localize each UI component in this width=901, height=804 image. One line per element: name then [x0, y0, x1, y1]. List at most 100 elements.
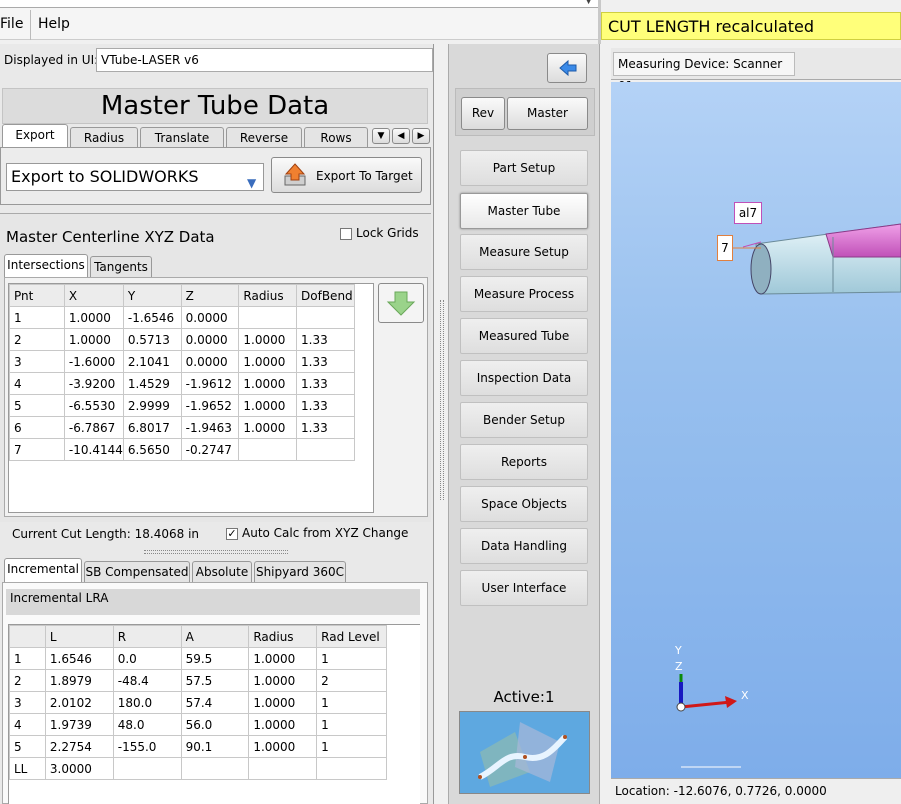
cell[interactable]: 1.0000: [238, 394, 298, 417]
tab-absolute[interactable]: Absolute: [192, 561, 252, 583]
cell[interactable]: -10.4144: [63, 438, 124, 461]
cell[interactable]: 1.0000: [248, 647, 318, 670]
col-header[interactable]: Radius: [248, 625, 318, 648]
cell[interactable]: 1: [9, 306, 65, 329]
cell[interactable]: 59.5: [180, 647, 250, 670]
cell[interactable]: 1.33: [296, 416, 355, 439]
scroll-down-icon[interactable]: ▼: [585, 0, 592, 6]
cell[interactable]: 3: [9, 350, 65, 373]
cell[interactable]: [296, 306, 355, 329]
cell[interactable]: 6: [9, 416, 65, 439]
cell[interactable]: 5: [9, 735, 46, 758]
tab-intersections[interactable]: Intersections: [4, 254, 88, 278]
cell[interactable]: 2.1041: [122, 350, 182, 373]
top-scrollbar[interactable]: ▼: [0, 0, 598, 8]
cell[interactable]: 2: [9, 669, 46, 692]
cell[interactable]: 1.0000: [248, 713, 318, 736]
export-target-combo[interactable]: Export to SOLIDWORKS ▼: [6, 163, 264, 191]
tab-sb-compensated[interactable]: SB Compensated: [84, 561, 190, 583]
nav-inspection-data[interactable]: Inspection Data: [460, 360, 588, 396]
cell[interactable]: 6.8017: [122, 416, 182, 439]
lra-grid[interactable]: L R A Radius Rad Level 1 1.6546 0.0 59.5 1.0…: [8, 624, 420, 804]
cell[interactable]: -1.9652: [180, 394, 240, 417]
cell[interactable]: -0.2747: [180, 438, 240, 461]
cell[interactable]: -3.9200: [63, 372, 124, 395]
cell[interactable]: 3: [9, 691, 46, 714]
cell[interactable]: 1: [316, 647, 387, 670]
tab-scroll-left-icon[interactable]: ◀: [392, 128, 410, 144]
cell[interactable]: 4: [9, 713, 46, 736]
master-button[interactable]: Master: [507, 97, 588, 130]
cell[interactable]: -1.9612: [180, 372, 240, 395]
col-header[interactable]: DofBend: [296, 284, 355, 307]
cell[interactable]: 1.33: [296, 328, 355, 351]
table-row[interactable]: 5 -6.5530 2.9999 -1.9652 1.0000 1.33: [9, 394, 355, 417]
point-label-7[interactable]: 7: [717, 235, 733, 261]
cell[interactable]: 2: [9, 328, 65, 351]
cell[interactable]: [238, 306, 298, 329]
cell[interactable]: -48.4: [112, 669, 182, 692]
nav-measured-tube[interactable]: Measured Tube: [460, 318, 588, 354]
tab-tangents[interactable]: Tangents: [90, 256, 152, 278]
cell[interactable]: 1.33: [296, 394, 355, 417]
cell[interactable]: 1.0000: [63, 328, 124, 351]
col-header[interactable]: [9, 625, 46, 648]
nav-measure-process[interactable]: Measure Process: [460, 276, 588, 312]
cell[interactable]: 1: [316, 735, 387, 758]
table-row[interactable]: 1 1.0000 -1.6546 0.0000: [9, 306, 355, 329]
table-row[interactable]: 3 2.0102 180.0 57.4 1.0000 1: [9, 691, 387, 714]
cell[interactable]: 1.0000: [63, 306, 124, 329]
cell[interactable]: 2.0102: [44, 691, 114, 714]
tab-radius[interactable]: Radius: [70, 127, 138, 149]
displayed-in-ui-field[interactable]: VTube-LASER v6: [96, 48, 433, 72]
table-row[interactable]: 5 2.2754 -155.0 90.1 1.0000 1: [9, 735, 387, 758]
3d-viewport[interactable]: al7 7 X Y Z: [611, 82, 901, 778]
nav-reports[interactable]: Reports: [460, 444, 588, 480]
nav-data-handling[interactable]: Data Handling: [460, 528, 588, 564]
col-header[interactable]: X: [63, 284, 124, 307]
cell[interactable]: 1: [316, 713, 387, 736]
auto-calc-check-icon[interactable]: ✓: [226, 527, 238, 540]
cell[interactable]: 2.9999: [122, 394, 182, 417]
menu-help[interactable]: Help: [38, 16, 70, 32]
cell[interactable]: -6.7867: [63, 416, 124, 439]
col-header[interactable]: Pnt: [9, 284, 65, 307]
table-row[interactable]: LL 3.0000: [9, 757, 387, 780]
col-header[interactable]: Y: [122, 284, 182, 307]
table-row[interactable]: 7 -10.4144 6.5650 -0.2747: [9, 438, 355, 461]
cell[interactable]: 0.0000: [180, 328, 240, 351]
centerline-grid[interactable]: Pnt X Y Z Radius DofBend 1 1.0000 -1.6546 0…: [8, 283, 374, 513]
cell[interactable]: 0.0000: [180, 350, 240, 373]
col-header[interactable]: R: [112, 625, 182, 648]
col-header[interactable]: Z: [180, 284, 240, 307]
table-row[interactable]: 4 1.9739 48.0 56.0 1.0000 1: [9, 713, 387, 736]
cell[interactable]: -6.5530: [63, 394, 124, 417]
cell[interactable]: 2.2754: [44, 735, 114, 758]
table-row[interactable]: 1 1.6546 0.0 59.5 1.0000 1: [9, 647, 387, 670]
col-header[interactable]: L: [44, 625, 114, 648]
table-row[interactable]: 2 1.8979 -48.4 57.5 1.0000 2: [9, 669, 387, 692]
back-button[interactable]: [547, 53, 587, 83]
cell[interactable]: -1.6000: [63, 350, 124, 373]
cell[interactable]: 57.4: [180, 691, 250, 714]
col-header[interactable]: Rad Level: [316, 625, 387, 648]
tab-export[interactable]: Export: [2, 124, 68, 148]
cell[interactable]: -1.6546: [122, 306, 182, 329]
active-thumbnail[interactable]: [459, 711, 590, 794]
cell[interactable]: 2: [316, 669, 387, 692]
cell[interactable]: 5: [9, 394, 65, 417]
tab-dropdown-icon[interactable]: ▼: [372, 128, 390, 144]
cell[interactable]: [248, 757, 318, 780]
table-row[interactable]: 2 1.0000 0.5713 0.0000 1.0000 1.33: [9, 328, 355, 351]
tab-reverse[interactable]: Reverse: [226, 127, 302, 149]
cell[interactable]: 56.0: [180, 713, 250, 736]
cell[interactable]: [180, 757, 250, 780]
cell[interactable]: 1.8979: [44, 669, 114, 692]
table-row[interactable]: 3 -1.6000 2.1041 0.0000 1.0000 1.33: [9, 350, 355, 373]
export-to-target-button[interactable]: Export To Target: [271, 157, 422, 193]
cell[interactable]: 7: [9, 438, 65, 461]
cell[interactable]: [112, 757, 182, 780]
cell[interactable]: -155.0: [112, 735, 182, 758]
cell[interactable]: 1.0000: [248, 669, 318, 692]
splitter-handle[interactable]: [144, 550, 288, 554]
